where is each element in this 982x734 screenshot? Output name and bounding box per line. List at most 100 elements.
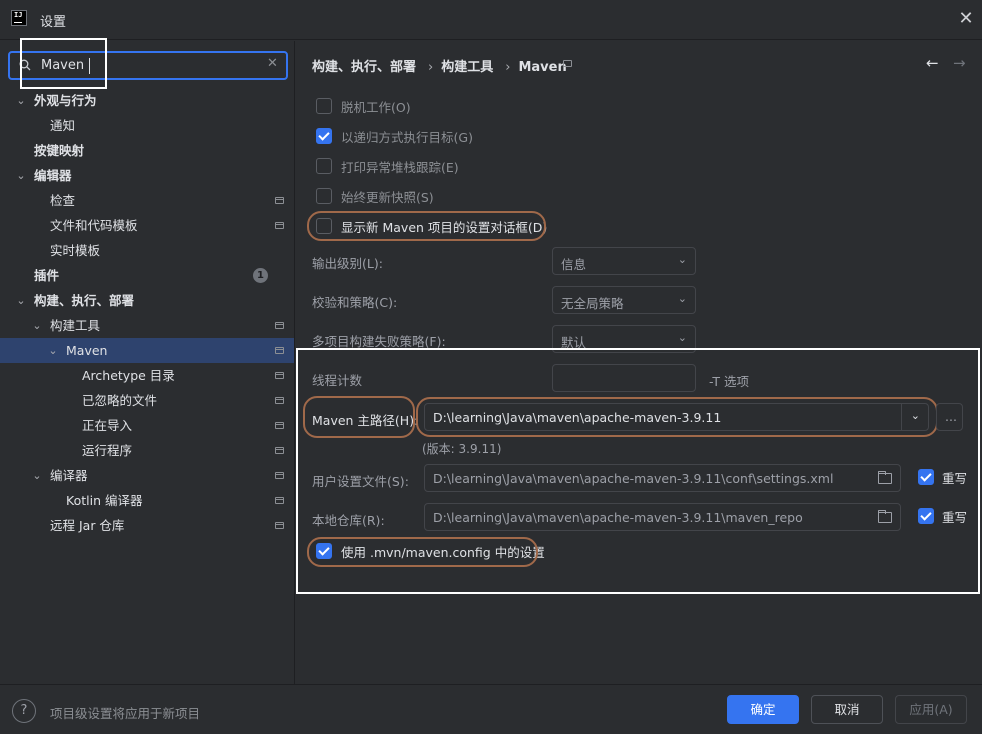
- browse-maven-home-button[interactable]: ...: [936, 403, 963, 431]
- local-repo-input[interactable]: D:\learning\Java\maven\apache-maven-3.9.…: [424, 503, 901, 531]
- thread-count-suffix: -T 选项: [709, 374, 749, 389]
- dialog-footer: ? 项目级设置将应用于新项目 确定 取消 应用(A): [0, 684, 982, 734]
- output-level-label: 输出级别(L):: [312, 256, 383, 271]
- tree-item-label: 编辑器: [34, 168, 72, 183]
- window-title: 设置: [40, 15, 67, 30]
- help-icon[interactable]: ?: [12, 699, 36, 723]
- tree-item[interactable]: 正在导入: [0, 413, 294, 438]
- user-settings-override-checkbox[interactable]: [918, 469, 934, 485]
- project-scope-icon: [275, 422, 284, 429]
- breadcrumb-separator: ›: [428, 60, 434, 75]
- local-repo-value: D:\learning\Java\maven\apache-maven-3.9.…: [433, 510, 803, 525]
- breadcrumb-item-maven: Maven: [518, 60, 567, 75]
- tree-item-label: Maven: [66, 343, 108, 358]
- tree-item-label: 编译器: [50, 468, 88, 483]
- tree-item-label: 已忽略的文件: [82, 393, 158, 408]
- clear-icon[interactable]: ✕: [267, 56, 278, 71]
- chevron-down-icon: ⌄: [677, 292, 687, 305]
- chevron-down-icon[interactable]: ⌄: [15, 88, 27, 113]
- override-label: 重写: [942, 510, 968, 525]
- tree-item[interactable]: 实时模板: [0, 238, 294, 263]
- tree-item[interactable]: 检查: [0, 188, 294, 213]
- recursive-label: 以递归方式执行目标(G): [341, 130, 473, 145]
- thread-count-input[interactable]: [552, 364, 696, 392]
- settings-tree-panel: Maven ✕ ⌄ 外观与行为通知按键映射 ⌄ 编辑器检查文件和代码模板 实时模板插件 1…: [0, 38, 295, 684]
- tree-item[interactable]: ⌄ 构建、执行、部署: [0, 288, 294, 313]
- tree-item[interactable]: 文件和代码模板: [0, 213, 294, 238]
- update-count-badge: 1: [253, 268, 268, 283]
- tree-item[interactable]: ⌄ 构建工具: [0, 313, 294, 338]
- checksum-policy-value: 无全局策略: [561, 296, 624, 311]
- project-scope-icon: [275, 397, 284, 404]
- chevron-down-icon[interactable]: ⌄: [15, 288, 27, 313]
- tree-item[interactable]: 插件 1: [0, 263, 294, 288]
- folder-icon[interactable]: [878, 471, 892, 484]
- show-dialog-highlight: [307, 211, 546, 241]
- project-scope-icon: [275, 347, 284, 354]
- project-scope-icon: [275, 322, 284, 329]
- output-level-select[interactable]: 信息 ⌄: [552, 247, 696, 275]
- forward-arrow-icon[interactable]: →: [953, 54, 966, 72]
- tree-item-label: 通知: [50, 118, 76, 133]
- project-scope-icon: [275, 497, 284, 504]
- more-label: ...: [945, 409, 957, 424]
- tree-item-label: 构建、执行、部署: [34, 293, 135, 308]
- tree-item[interactable]: 通知: [0, 113, 294, 138]
- override-label: 重写: [942, 471, 968, 486]
- folder-icon[interactable]: [878, 510, 892, 523]
- tree-item[interactable]: ⌄ 编译器: [0, 463, 294, 488]
- tree-item-label: Kotlin 编译器: [66, 493, 143, 508]
- ok-button[interactable]: 确定: [727, 695, 799, 724]
- chevron-down-icon[interactable]: ⌄: [47, 338, 59, 363]
- tree-item[interactable]: 远程 Jar 仓库: [0, 513, 294, 538]
- settings-content-panel: 构建、执行、部署 › 构建工具 › Maven ← → 脱机工作(O) 以递归方式执行目…: [296, 41, 982, 684]
- breadcrumb-item-build[interactable]: 构建、执行、部署: [312, 60, 416, 75]
- checksum-policy-select[interactable]: 无全局策略 ⌄: [552, 286, 696, 314]
- user-settings-input[interactable]: D:\learning\Java\maven\apache-maven-3.9.…: [424, 464, 901, 492]
- back-arrow-icon[interactable]: ←: [926, 54, 939, 72]
- project-scope-icon: [275, 197, 284, 204]
- offline-checkbox[interactable]: [316, 98, 332, 114]
- local-repo-label: 本地仓库(R):: [312, 513, 385, 528]
- project-scope-icon: [275, 372, 284, 379]
- output-level-value: 信息: [561, 257, 587, 272]
- chevron-down-icon: ⌄: [677, 253, 687, 266]
- tree-item[interactable]: ⌄ Maven: [0, 338, 294, 363]
- recursive-checkbox[interactable]: [316, 128, 332, 144]
- cancel-button[interactable]: 取消: [811, 695, 883, 724]
- tree-item[interactable]: Archetype 目录: [0, 363, 294, 388]
- chevron-down-icon[interactable]: ⌄: [31, 463, 43, 488]
- chevron-down-icon[interactable]: ⌄: [31, 313, 43, 338]
- update-snapshots-checkbox[interactable]: [316, 188, 332, 204]
- maven-home-label-highlight: [303, 396, 415, 438]
- user-settings-value: D:\learning\Java\maven\apache-maven-3.9.…: [433, 471, 834, 486]
- stacktrace-checkbox[interactable]: [316, 158, 332, 174]
- tree-item[interactable]: 运行程序: [0, 438, 294, 463]
- local-repo-override-checkbox[interactable]: [918, 508, 934, 524]
- tree-item-label: 检查: [50, 193, 76, 208]
- breadcrumb-item-build-tools[interactable]: 构建工具: [441, 60, 493, 75]
- tree-item[interactable]: ⌄ 外观与行为: [0, 88, 294, 113]
- tree-item[interactable]: ⌄ 编辑器: [0, 163, 294, 188]
- tree-item-label: 文件和代码模板: [50, 218, 138, 233]
- tree-item-label: 实时模板: [50, 243, 101, 258]
- tree-item-label: 按键映射: [34, 143, 85, 158]
- chevron-down-icon: ⌄: [677, 331, 687, 344]
- close-icon[interactable]: ✕: [956, 9, 976, 29]
- checksum-policy-label: 校验和策略(C):: [312, 295, 398, 310]
- tree-item[interactable]: 已忽略的文件: [0, 388, 294, 413]
- use-mvn-config-highlight: [307, 537, 538, 567]
- project-scope-icon: [275, 222, 284, 229]
- breadcrumb: 构建、执行、部署 › 构建工具 › Maven: [312, 56, 571, 76]
- project-scope-icon: [275, 522, 284, 529]
- tree-item[interactable]: Kotlin 编译器: [0, 488, 294, 513]
- tree-item-label: 正在导入: [82, 418, 133, 433]
- breadcrumb-separator: ›: [505, 60, 511, 75]
- title-bar: IJ 设置 ✕: [0, 0, 982, 40]
- chevron-down-icon[interactable]: ⌄: [15, 163, 27, 188]
- apply-button[interactable]: 应用(A): [895, 695, 967, 724]
- tree-item-label: 插件: [34, 268, 60, 283]
- tree-item[interactable]: 按键映射: [0, 138, 294, 163]
- project-scope-icon: [275, 447, 284, 454]
- tree-item-label: 远程 Jar 仓库: [50, 518, 125, 533]
